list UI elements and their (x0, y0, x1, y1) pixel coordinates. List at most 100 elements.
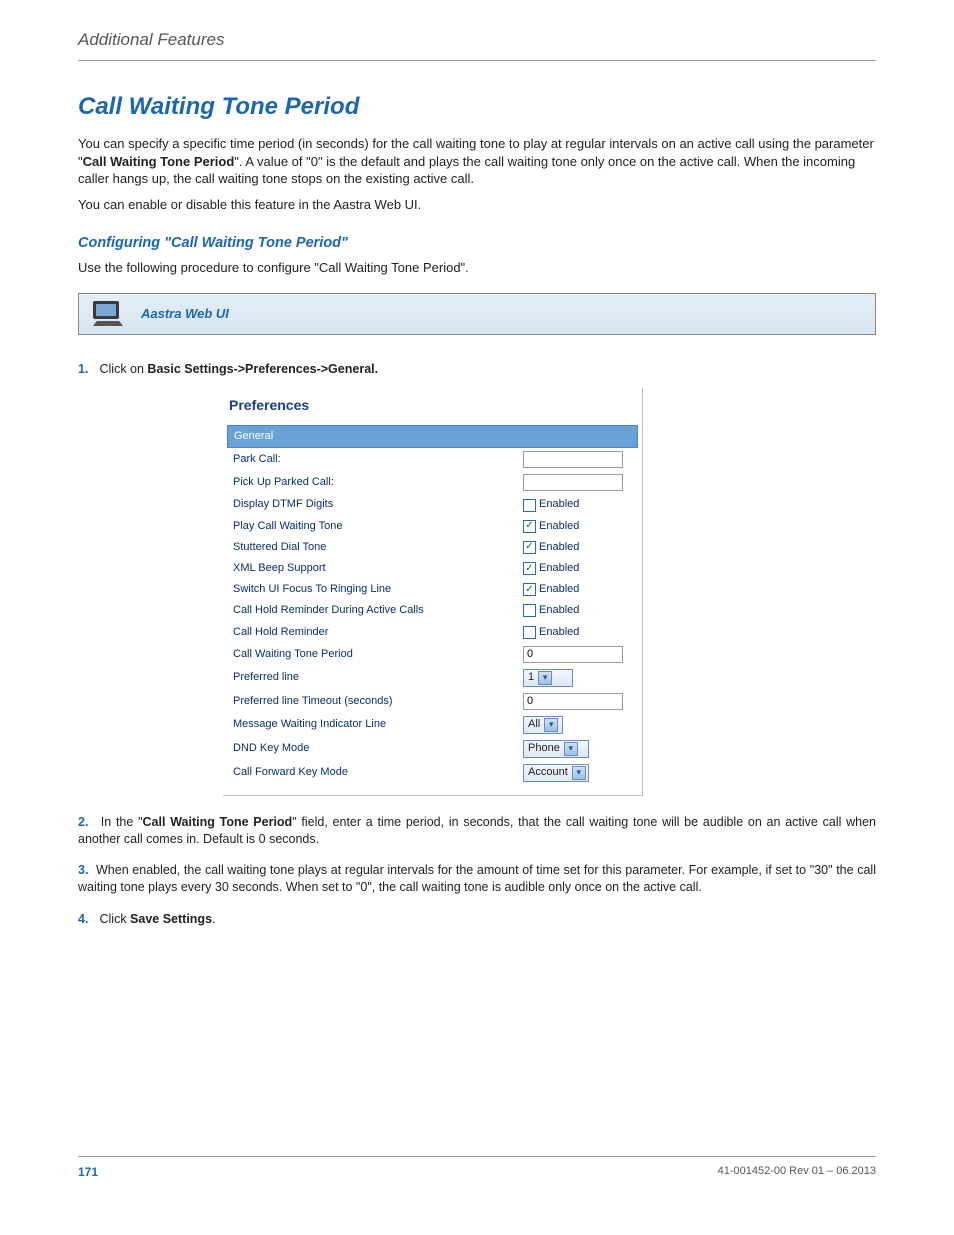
section-general: General (227, 425, 638, 448)
pref-control: ✓Enabled (523, 582, 638, 597)
chevron-down-icon: ▾ (544, 718, 558, 732)
checkbox-caption: Enabled (539, 561, 579, 576)
step-4: Click Save Settings. (78, 911, 876, 928)
pref-control: Enabled (523, 603, 638, 618)
pref-label: Call Forward Key Mode (233, 765, 523, 780)
pref-label: Pick Up Parked Call: (233, 475, 523, 490)
page-footer: 171 41-001452-00 Rev 01 – 06.2013 (78, 1156, 876, 1179)
pref-control (523, 646, 638, 663)
pref-control (523, 451, 638, 468)
pref-label: Call Waiting Tone Period (233, 647, 523, 662)
pref-row: Call Hold Reminder During Active Calls En… (227, 600, 638, 621)
select-value: 1 (528, 670, 534, 685)
pref-row: Play Call Waiting Tone✓Enabled (227, 516, 638, 537)
pref-control: ✓Enabled (523, 540, 638, 555)
save-settings-label: Save Settings (130, 912, 212, 926)
checkbox[interactable] (523, 604, 536, 617)
pref-label: DND Key Mode (233, 741, 523, 756)
checkbox[interactable] (523, 626, 536, 639)
select-value: All (528, 717, 540, 732)
pref-control: All ▾ (523, 716, 638, 734)
text-input[interactable] (523, 646, 623, 663)
pref-row: Park Call: (227, 448, 638, 471)
checkbox[interactable] (523, 499, 536, 512)
pref-control: Phone ▾ (523, 740, 638, 758)
page-header: Additional Features (78, 30, 876, 50)
panel-heading: Preferences (227, 396, 638, 425)
pref-control: Account ▾ (523, 764, 638, 782)
chevron-down-icon: ▾ (564, 742, 578, 756)
subsection-title: Configuring "Call Waiting Tone Period" (78, 235, 876, 251)
text-input[interactable] (523, 474, 623, 491)
callout-label: Aastra Web UI (141, 306, 229, 321)
pref-control: ✓Enabled (523, 519, 638, 534)
pref-row: Preferred line1▾ (227, 666, 638, 690)
checkbox-caption: Enabled (539, 582, 579, 597)
pref-control: Enabled (523, 497, 638, 512)
select-value: Account (528, 765, 568, 780)
pref-row: Call Waiting Tone Period (227, 643, 638, 666)
select-value: Phone (528, 741, 560, 756)
checkbox[interactable]: ✓ (523, 562, 536, 575)
webui-callout: Aastra Web UI (78, 293, 876, 335)
pref-label: Preferred line Timeout (seconds) (233, 694, 523, 709)
checkbox-caption: Enabled (539, 603, 579, 618)
pref-label: Preferred line (233, 670, 523, 685)
text: In the " (101, 815, 143, 829)
pref-label: Call Hold Reminder During Active Calls (233, 603, 523, 618)
pref-label: XML Beep Support (233, 561, 523, 576)
procedure-steps: Click on Basic Settings->Preferences->Ge… (78, 361, 876, 928)
checkbox-caption: Enabled (539, 497, 579, 512)
pref-row: Message Waiting Indicator Line All ▾ (227, 713, 638, 737)
header-rule (78, 60, 876, 61)
checkbox[interactable]: ✓ (523, 520, 536, 533)
checkbox-caption: Enabled (539, 519, 579, 534)
pref-label: Message Waiting Indicator Line (233, 717, 523, 732)
pref-control (523, 474, 638, 491)
checkbox-caption: Enabled (539, 625, 579, 640)
field-name: Call Waiting Tone Period (143, 815, 293, 829)
pref-label: Play Call Waiting Tone (233, 519, 523, 534)
param-name: Call Waiting Tone Period (83, 154, 235, 169)
text: Click (99, 912, 130, 926)
step-2: In the "Call Waiting Tone Period" field,… (78, 814, 876, 849)
text-input[interactable] (523, 451, 623, 468)
text: . (212, 912, 215, 926)
select-dropdown[interactable]: Phone ▾ (523, 740, 589, 758)
select-dropdown[interactable]: 1▾ (523, 669, 573, 687)
step-1: Click on Basic Settings->Preferences->Ge… (78, 361, 876, 796)
preferences-panel: Preferences General Park Call: Pick Up Pa… (223, 388, 643, 796)
text: Click on (99, 362, 147, 376)
pref-control: ✓Enabled (523, 561, 638, 576)
pref-label: Call Hold Reminder (233, 625, 523, 640)
pref-control: Enabled (523, 625, 638, 640)
select-dropdown[interactable]: Account ▾ (523, 764, 589, 782)
pref-row: Call Hold Reminder Enabled (227, 622, 638, 643)
pref-row: XML Beep Support✓Enabled (227, 558, 638, 579)
pref-label: Display DTMF Digits (233, 497, 523, 512)
pref-row: Display DTMF Digits Enabled (227, 494, 638, 515)
pref-row: DND Key Mode Phone ▾ (227, 737, 638, 761)
pref-row: Switch UI Focus To Ringing Line✓Enabled (227, 579, 638, 600)
pref-row: Call Forward Key Mode Account ▾ (227, 761, 638, 785)
checkbox[interactable]: ✓ (523, 541, 536, 554)
intro-paragraph-2: You can enable or disable this feature i… (78, 196, 876, 214)
checkbox[interactable]: ✓ (523, 583, 536, 596)
pref-label: Stuttered Dial Tone (233, 540, 523, 555)
page-title: Call Waiting Tone Period (78, 93, 876, 121)
chevron-down-icon: ▾ (572, 766, 586, 780)
select-dropdown[interactable]: All ▾ (523, 716, 563, 734)
page-number: 171 (78, 1165, 98, 1179)
doc-id: 41-001452-00 Rev 01 – 06.2013 (718, 1165, 876, 1179)
pref-label: Switch UI Focus To Ringing Line (233, 582, 523, 597)
step-3: When enabled, the call waiting tone play… (78, 862, 876, 897)
chevron-down-icon: ▾ (538, 671, 552, 685)
pref-control (523, 693, 638, 710)
pref-row: Preferred line Timeout (seconds) (227, 690, 638, 713)
text-input[interactable] (523, 693, 623, 710)
pref-control: 1▾ (523, 669, 638, 687)
nav-path: Basic Settings->Preferences->General. (147, 362, 378, 376)
subsection-intro: Use the following procedure to configure… (78, 259, 876, 277)
pref-label: Park Call: (233, 452, 523, 467)
checkbox-caption: Enabled (539, 540, 579, 555)
